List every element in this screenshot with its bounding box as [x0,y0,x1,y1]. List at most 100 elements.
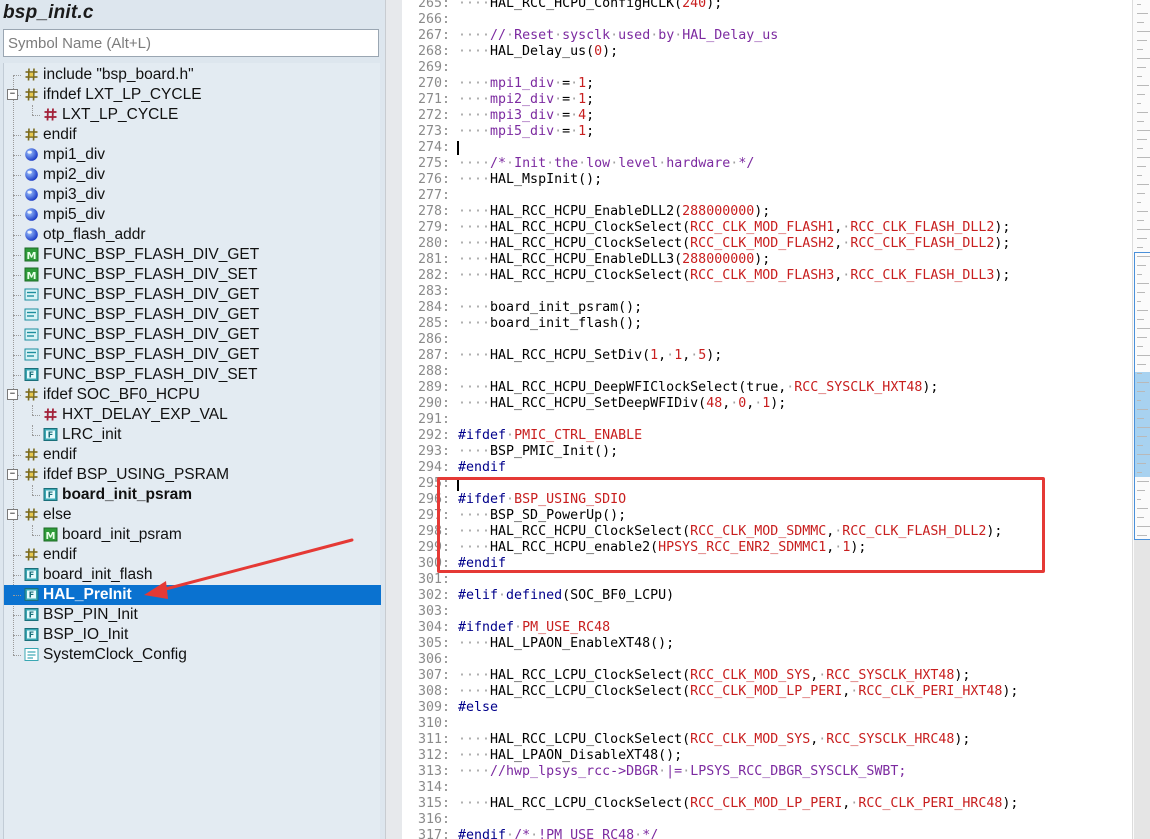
code-line[interactable]: 303: [402,604,1132,620]
code-line[interactable]: 310: [402,716,1132,732]
code-line[interactable]: 265: ····HAL_RCC_HCPU_ConfigHCLK(240); [402,0,1132,12]
tree-item[interactable]: M FUNC_BSP_FLASH_DIV_GET [4,245,381,265]
code-line[interactable]: 271: ····mpi2_div·=·1; [402,92,1132,108]
tree-item[interactable]: mpi2_div [4,165,381,185]
code-line[interactable]: 304: #ifndef·PM_USE_RC48 [402,620,1132,636]
code-line[interactable]: 276: ····HAL_MspInit(); [402,172,1132,188]
code-line[interactable]: 307: ····HAL_RCC_LCPU_ClockSelect(RCC_CLK… [402,668,1132,684]
tree-item[interactable]: F FUNC_BSP_FLASH_DIV_SET [4,365,381,385]
code-line[interactable]: 277: [402,188,1132,204]
code-line[interactable]: 274: [402,140,1132,156]
collapse-toggle-icon[interactable]: − [7,469,18,480]
code-token: RCC_CLK_FLASH_DLL2 [850,236,995,251]
tree-item[interactable]: F BSP_IO_Init [4,625,381,645]
code-editor[interactable]: 265: ····HAL_RCC_HCPU_ConfigHCLK(240); 266… [402,0,1132,839]
code-line[interactable]: 287: ····HAL_RCC_HCPU_SetDiv(1,·1,·5); [402,348,1132,364]
code-line[interactable]: 278: ····HAL_RCC_HCPU_EnableDLL2(28800000… [402,204,1132,220]
tree-item[interactable]: Fboard_init_psram [4,485,381,505]
tree-item[interactable]: endif [4,125,381,145]
code-line[interactable]: 290: ····HAL_RCC_HCPU_SetDeepWFIDiv(48,·0… [402,396,1132,412]
tree-item[interactable]: F BSP_PIN_Init [4,605,381,625]
code-line[interactable]: 279: ····HAL_RCC_HCPU_ClockSelect(RCC_CLK… [402,220,1132,236]
code-line[interactable]: 291: [402,412,1132,428]
tree-item[interactable]: LXT_LP_CYCLE [4,105,381,125]
code-line[interactable]: 283: [402,284,1132,300]
line-number: 289: [417,380,450,395]
code-line[interactable]: 282: ····HAL_RCC_HCPU_ClockSelect(RCC_CLK… [402,268,1132,284]
minimap-line [1137,391,1145,392]
code-line[interactable]: 286: [402,332,1132,348]
tree-item[interactable]: mpi5_div [4,205,381,225]
tree-item[interactable]: FUNC_BSP_FLASH_DIV_GET [4,345,381,365]
code-line[interactable]: 272: ····mpi3_div·=·4; [402,108,1132,124]
tree-item[interactable]: otp_flash_addr [4,225,381,245]
code-line[interactable]: 315: ····HAL_RCC_LCPU_ClockSelect(RCC_CLK… [402,796,1132,812]
variable-icon [24,227,39,242]
code-line[interactable]: 275: ····/*·Init·the·low·level·hardware·*… [402,156,1132,172]
code-token: ···· [458,124,491,139]
svg-text:F: F [29,591,34,600]
code-line[interactable]: 284: ····board_init_psram(); [402,300,1132,316]
tree-item[interactable]: F LRC_init [4,425,381,445]
code-line[interactable]: 314: [402,780,1132,796]
code-line[interactable]: 285: ····board_init_flash(); [402,316,1132,332]
tree-item[interactable]: M FUNC_BSP_FLASH_DIV_SET [4,265,381,285]
tree-item[interactable]: − ifdef BSP_USING_PSRAM [4,465,381,485]
minimap-line [1137,31,1150,32]
tree-item[interactable]: − ifndef LXT_LP_CYCLE [4,85,381,105]
code-token: 288000000 [682,204,755,219]
code-line[interactable]: 281: ····HAL_RCC_HCPU_EnableDLL3(28800000… [402,252,1132,268]
panel-splitter[interactable] [385,0,402,839]
code-line[interactable]: 267: ····//·Reset·sysclk·used·by·HAL_Dela… [402,28,1132,44]
code-line[interactable]: 309: #else [402,700,1132,716]
minimap-line [1137,346,1143,347]
variable-icon [24,167,39,182]
code-line[interactable]: 269: [402,60,1132,76]
line-number: 281: [417,252,450,267]
code-line[interactable]: 266: [402,12,1132,28]
code-line[interactable]: 302: #elif·defined(SOC_BF0_LCPU) [402,588,1132,604]
tree-item[interactable]: FUNC_BSP_FLASH_DIV_GET [4,305,381,325]
code-line[interactable]: 294: #endif [402,460,1132,476]
tree-item[interactable]: HXT_DELAY_EXP_VAL [4,405,381,425]
tree-item-label: HXT_DELAY_EXP_VAL [62,406,228,423]
code-line[interactable]: 311: ····HAL_RCC_LCPU_ClockSelect(RCC_CLK… [402,732,1132,748]
code-token: · [530,828,539,839]
code-token: · [554,92,563,107]
code-line[interactable]: 273: ····mpi5_div·=·1; [402,124,1132,140]
tree-item[interactable]: endif [4,445,381,465]
tree-item[interactable]: mpi1_div [4,145,381,165]
code-line[interactable]: 312: ····HAL_LPAON_DisableXT48(); [402,748,1132,764]
code-line[interactable]: 292: #ifdef·PMIC_CTRL_ENABLE [402,428,1132,444]
minimap-viewport[interactable] [1134,252,1150,540]
code-line[interactable]: 268: ····HAL_Delay_us(0); [402,44,1132,60]
code-line[interactable]: 317: #endif·/*·!PM_USE_RC48·*/ [402,828,1132,839]
code-line[interactable]: 313: ····//hwp_lpsys_rcc->DBGR·|=·LPSYS_R… [402,764,1132,780]
code-line[interactable]: 316: [402,812,1132,828]
tree-item[interactable]: mpi3_div [4,185,381,205]
collapse-toggle-icon[interactable]: − [7,389,18,400]
minimap-line [1137,211,1148,212]
code-text: ····HAL_RCC_HCPU_SetDiv(1,·1,·5); [458,348,722,364]
code-line[interactable]: 293: ····BSP_PMIC_Init(); [402,444,1132,460]
tree-item[interactable]: − else [4,505,381,525]
tree-item[interactable]: SystemClock_Config [4,645,381,665]
editor-minimap[interactable] [1132,0,1150,839]
collapse-toggle-icon[interactable]: − [7,509,18,520]
tree-connector [13,455,21,456]
code-line[interactable]: 306: [402,652,1132,668]
code-token: ···· [458,220,491,235]
code-line[interactable]: 288: [402,364,1132,380]
tree-item[interactable]: include "bsp_board.h" [4,65,381,85]
symbol-search-input[interactable] [3,29,379,57]
code-line[interactable]: 280: ····HAL_RCC_HCPU_ClockSelect(RCC_CLK… [402,236,1132,252]
collapse-toggle-icon[interactable]: − [7,89,18,100]
code-line[interactable]: 289: ····HAL_RCC_HCPU_DeepWFIClockSelect(… [402,380,1132,396]
code-line[interactable]: 301: [402,572,1132,588]
tree-item[interactable]: − ifdef SOC_BF0_HCPU [4,385,381,405]
code-line[interactable]: 270: ····mpi1_div·=·1; [402,76,1132,92]
tree-item[interactable]: FUNC_BSP_FLASH_DIV_GET [4,285,381,305]
code-line[interactable]: 308: ····HAL_RCC_LCPU_ClockSelect(RCC_CLK… [402,684,1132,700]
code-line[interactable]: 305: ····HAL_LPAON_EnableXT48(); [402,636,1132,652]
tree-item[interactable]: FUNC_BSP_FLASH_DIV_GET [4,325,381,345]
